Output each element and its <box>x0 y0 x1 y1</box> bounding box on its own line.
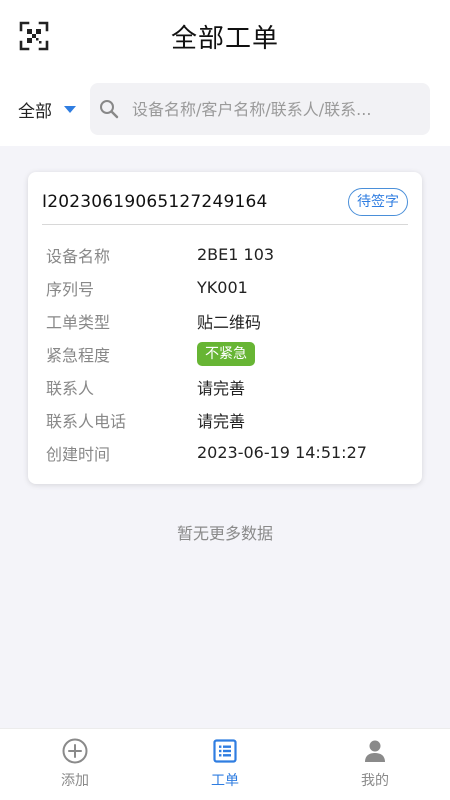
urgency-tag: 不紧急 <box>197 341 255 366</box>
work-order-id: I20230619065127249164 <box>42 192 268 212</box>
search-icon <box>100 100 119 119</box>
list-icon <box>213 739 237 763</box>
tab-mine[interactable]: 我的 <box>300 729 450 800</box>
field-row-urgency: 紧急程度 不紧急 <box>46 337 408 370</box>
field-label: 联系人 <box>46 378 95 398</box>
field-row-order-type: 工单类型 贴二维码 <box>46 304 408 337</box>
work-order-fields: 设备名称 2BE1 103 序列号 YK001 工单类型 贴二维码 紧急程度 不… <box>46 238 408 469</box>
field-value: 请完善 <box>197 411 246 431</box>
tab-add[interactable]: 添加 <box>0 729 150 800</box>
field-label: 创建时间 <box>46 444 111 464</box>
field-label: 工单类型 <box>46 312 111 332</box>
field-row-serial-number: 序列号 YK001 <box>46 271 408 304</box>
caret-down-icon <box>64 105 76 113</box>
field-row-contact: 联系人 请完善 <box>46 370 408 403</box>
field-label: 紧急程度 <box>46 345 111 365</box>
field-value: 2BE1 103 <box>197 245 275 264</box>
category-dropdown[interactable]: 全部 <box>18 96 76 122</box>
field-value: 贴二维码 <box>197 312 262 332</box>
tab-work-orders[interactable]: 工单 <box>150 729 300 800</box>
field-row-created-time: 创建时间 2023-06-19 14:51:27 <box>46 436 408 469</box>
add-circle-icon <box>62 738 88 764</box>
work-order-card[interactable]: I20230619065127249164 待签字 设备名称 2BE1 103 … <box>28 172 422 484</box>
tab-mine-label: 我的 <box>361 773 389 789</box>
field-label: 联系人电话 <box>46 411 127 431</box>
status-badge: 待签字 <box>348 188 408 216</box>
card-divider <box>42 224 408 225</box>
field-label: 设备名称 <box>46 246 111 266</box>
field-value: 请完善 <box>197 378 246 398</box>
tab-add-label: 添加 <box>61 773 89 789</box>
field-value: 2023-06-19 14:51:27 <box>197 443 367 462</box>
field-row-contact-phone: 联系人电话 请完善 <box>46 403 408 436</box>
field-row-device-name: 设备名称 2BE1 103 <box>46 238 408 271</box>
filter-bar: 全部 <box>0 72 450 146</box>
page-title: 全部工单 <box>170 24 279 54</box>
search-input[interactable] <box>132 99 422 119</box>
field-label: 序列号 <box>46 279 95 299</box>
user-icon <box>365 740 385 762</box>
no-more-data-text: 暂无更多数据 <box>176 524 273 543</box>
header-bar: 全部工单 <box>0 0 450 72</box>
field-value: YK001 <box>197 278 248 297</box>
search-box[interactable] <box>90 83 430 135</box>
category-dropdown-label: 全部 <box>18 101 52 122</box>
tab-work-orders-label: 工单 <box>211 773 239 789</box>
bottom-tab-bar: 添加 工单 我的 <box>0 728 450 800</box>
